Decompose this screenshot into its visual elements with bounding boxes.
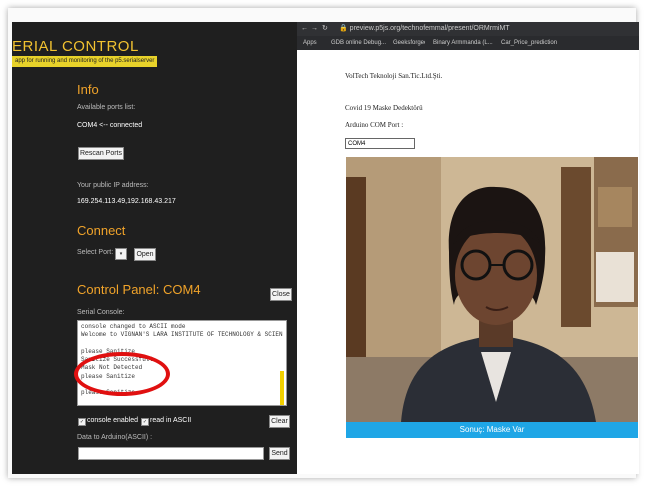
- chevron-down-icon: ▾: [119, 251, 123, 257]
- serial-console-label: Serial Console:: [77, 309, 125, 316]
- select-port-label: Select Port:: [77, 249, 114, 256]
- bookmark-binary[interactable]: Binary Armmanda (L...: [433, 36, 493, 50]
- bookmark-apps[interactable]: Apps: [303, 36, 317, 50]
- rescan-ports-button[interactable]: Rescan Ports: [78, 147, 124, 160]
- info-heading: Info: [77, 82, 99, 97]
- clear-console-button[interactable]: Clear: [269, 415, 290, 428]
- open-port-button[interactable]: Open: [134, 248, 156, 261]
- webcam-feed: [346, 157, 638, 422]
- port-select-dropdown[interactable]: ▾: [115, 248, 127, 260]
- serial-control-panel: ERIAL CONTROL app for running and monito…: [12, 22, 297, 474]
- read-ascii-label: read in ASCII: [150, 417, 192, 424]
- port-status: COM4 <-- connected: [77, 122, 143, 129]
- send-data-label: Data to Arduino(ASCII) :: [77, 434, 153, 441]
- com-port-input[interactable]: COM4: [345, 138, 415, 149]
- reload-icon[interactable]: ↻: [322, 22, 328, 36]
- ports-label: Available ports list:: [77, 104, 136, 111]
- console-enabled-checkbox[interactable]: ✓: [78, 418, 86, 426]
- back-icon[interactable]: ←: [301, 22, 308, 36]
- forward-icon[interactable]: →: [311, 22, 318, 36]
- send-data-input[interactable]: [78, 447, 264, 460]
- ip-value: 169.254.113.49,192.168.43.217: [77, 198, 176, 205]
- close-port-button[interactable]: Close: [270, 288, 292, 301]
- bookmark-gdb[interactable]: GDB online Debug...: [331, 36, 386, 50]
- send-button[interactable]: Send: [269, 447, 290, 460]
- bookmark-car-price[interactable]: Car_Price_prediction: [501, 36, 571, 50]
- console-enabled-label: console enabled: [87, 417, 138, 424]
- bookmarks-bar: Apps GDB online Debug... Geeksforgeeks B…: [297, 36, 639, 50]
- com-port-label: Arduino COM Port :: [345, 121, 404, 129]
- read-ascii-checkbox[interactable]: ✓: [141, 418, 149, 426]
- app-title: ERIAL CONTROL: [12, 38, 139, 55]
- page-heading: Covid 19 Maske Dedektörü: [345, 104, 423, 112]
- console-scrollbar[interactable]: [280, 371, 284, 405]
- company-name: VolTech Teknoloji San.Tic.Ltd.Şti.: [345, 72, 443, 80]
- app-subtitle: app for running and monitoring of the p5…: [12, 56, 158, 67]
- detection-result: Sonuç: Maske Var: [346, 422, 638, 438]
- address-bar[interactable]: 🔒 preview.p5js.org/technofemmal/present/…: [339, 22, 589, 36]
- bookmark-geeks[interactable]: Geeksforgeeks: [393, 36, 425, 50]
- connect-heading: Connect: [77, 223, 126, 238]
- console-line: Welcome to VIGNAN'S LARA INSTITUTE OF TE…: [81, 331, 283, 339]
- url-text: preview.p5js.org/technofemmal/present/OR…: [349, 25, 510, 32]
- console-line: console changed to ASCII mode: [81, 323, 186, 330]
- control-panel-heading: Control Panel: COM4: [77, 282, 201, 297]
- browser-toolbar: ← → ↻ 🔒 preview.p5js.org/technofemmal/pr…: [297, 22, 639, 36]
- ip-label: Your public IP address:: [77, 182, 149, 189]
- lock-icon: 🔒: [339, 25, 348, 32]
- browser-window: ← → ↻ 🔒 preview.p5js.org/technofemmal/pr…: [297, 22, 639, 474]
- highlight-circle: [74, 352, 170, 396]
